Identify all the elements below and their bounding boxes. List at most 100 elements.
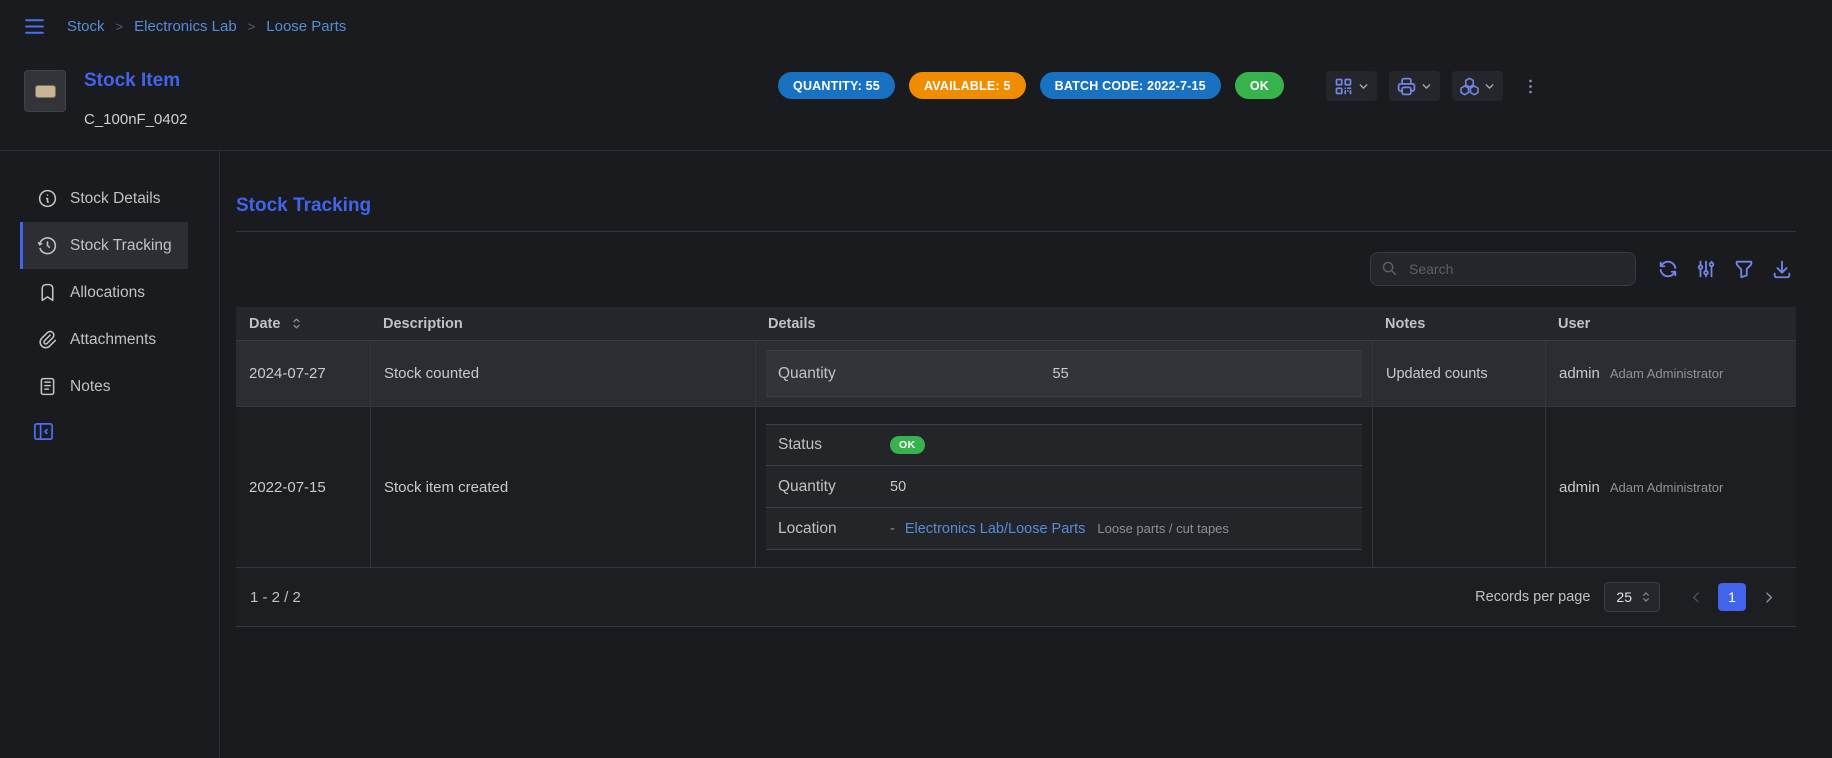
bookmark-icon: [37, 282, 58, 303]
date-cell: 2024-07-27: [236, 341, 370, 406]
column-header-date[interactable]: Date: [236, 307, 370, 340]
page-header: Stock Item C_100nF_0402 QUANTITY: 55 AVA…: [0, 52, 1832, 150]
column-label: Description: [383, 316, 463, 332]
detail-row-quantity: Quantity 50: [766, 466, 1362, 508]
barcode-actions-button[interactable]: [1326, 71, 1377, 101]
column-header-details: Details: [755, 307, 1372, 340]
print-actions-button[interactable]: [1389, 71, 1440, 101]
available-badge: AVAILABLE: 5: [909, 72, 1026, 99]
topbar: Stock > Electronics Lab > Loose Parts: [0, 0, 1832, 52]
username: admin: [1559, 365, 1600, 382]
panel-divider: [236, 231, 1796, 232]
printer-icon: [1396, 76, 1417, 97]
table-footer: 1 - 2 / 2 Records per page 25 1: [236, 567, 1796, 627]
menu-toggle-button[interactable]: [22, 14, 47, 39]
table-row[interactable]: 2022-07-15 Stock item created Status OK …: [236, 406, 1796, 567]
location-prefix: -: [890, 521, 895, 537]
pagination-controls: Records per page 25 1: [1475, 582, 1782, 612]
filter-button[interactable]: [1730, 255, 1758, 283]
records-per-page-select[interactable]: 25: [1604, 582, 1660, 612]
details-sub-table: Quantity 55: [766, 350, 1362, 397]
location-detail: Loose parts / cut tapes: [1097, 521, 1229, 536]
description-cell: Stock counted: [370, 341, 755, 406]
sort-selector-icon: [289, 316, 304, 331]
stock-tracking-table: Date Description Details Notes User 2024…: [236, 307, 1796, 627]
sidebar-collapse-icon: [32, 420, 55, 443]
sidebar-item-stock-tracking[interactable]: Stock Tracking: [20, 222, 188, 269]
dots-vertical-icon: [1521, 77, 1540, 96]
details-cell: Quantity 55: [755, 341, 1372, 406]
location-link[interactable]: Electronics Lab/Loose Parts: [905, 521, 1086, 537]
qrcode-icon: [1333, 76, 1354, 97]
column-header-notes: Notes: [1372, 307, 1545, 340]
detail-label: Status: [778, 436, 890, 454]
breadcrumb-separator: >: [116, 19, 124, 34]
paperclip-icon: [37, 329, 58, 350]
sidebar-item-label: Notes: [70, 378, 111, 396]
part-image: [35, 85, 56, 98]
table-settings-button[interactable]: [1692, 255, 1720, 283]
stock-item-thumbnail[interactable]: [24, 70, 66, 112]
date-cell: 2022-07-15: [236, 407, 370, 567]
sidebar-item-label: Attachments: [70, 331, 156, 349]
quantity-badge: QUANTITY: 55: [778, 72, 895, 99]
refresh-button[interactable]: [1654, 255, 1682, 283]
info-circle-icon: [37, 188, 58, 209]
sidebar: Stock Details Stock Tracking Allocations…: [0, 151, 220, 758]
table-toolbar: [236, 251, 1796, 287]
column-label: Date: [249, 316, 280, 332]
chevron-left-icon: [1688, 589, 1705, 606]
chevron-down-icon: [1357, 80, 1370, 93]
header-actions: [1326, 70, 1544, 101]
column-header-description: Description: [370, 307, 755, 340]
more-actions-button[interactable]: [1517, 73, 1544, 100]
detail-label: Location: [778, 520, 890, 538]
user-cell: admin Adam Administrator: [1545, 407, 1796, 567]
notes-cell: [1372, 407, 1545, 567]
page-1-button[interactable]: 1: [1718, 583, 1746, 611]
chevron-down-icon: [1483, 80, 1496, 93]
chevron-right-icon: [1760, 589, 1777, 606]
breadcrumb: Stock > Electronics Lab > Loose Parts: [67, 18, 346, 35]
detail-value: 50: [890, 479, 906, 495]
user-fullname: Adam Administrator: [1610, 366, 1723, 381]
notes-icon: [37, 376, 58, 397]
sidebar-collapse-button[interactable]: [32, 420, 55, 443]
detail-value: 55: [1053, 366, 1069, 382]
breadcrumb-separator: >: [248, 19, 256, 34]
next-page-button[interactable]: [1754, 583, 1782, 611]
user-cell: admin Adam Administrator: [1545, 341, 1796, 406]
table-row[interactable]: 2024-07-27 Stock counted Quantity 55 Upd…: [236, 340, 1796, 406]
record-range: 1 - 2 / 2: [250, 589, 301, 606]
detail-row-location: Location - Electronics Lab/Loose Parts L…: [766, 508, 1362, 550]
previous-page-button[interactable]: [1682, 583, 1710, 611]
part-name: C_100nF_0402: [84, 111, 187, 128]
breadcrumb-stock[interactable]: Stock: [67, 18, 105, 35]
batch-code-badge: BATCH CODE: 2022-7-15: [1040, 72, 1221, 99]
username: admin: [1559, 479, 1600, 496]
menu-icon: [22, 14, 47, 39]
sidebar-item-label: Stock Details: [70, 190, 160, 208]
detail-row-quantity: Quantity 55: [766, 350, 1362, 397]
records-per-page-label: Records per page: [1475, 589, 1590, 605]
breadcrumb-loose-parts[interactable]: Loose Parts: [266, 18, 346, 35]
sidebar-item-attachments[interactable]: Attachments: [20, 316, 188, 363]
column-label: User: [1558, 316, 1590, 332]
page-title: Stock Item: [84, 70, 187, 92]
search-input[interactable]: [1370, 252, 1636, 286]
sidebar-item-stock-details[interactable]: Stock Details: [20, 175, 188, 222]
breadcrumb-electronics-lab[interactable]: Electronics Lab: [134, 18, 237, 35]
stock-operations-icon: [1459, 76, 1480, 97]
table-header-row: Date Description Details Notes User: [236, 307, 1796, 340]
sidebar-item-label: Stock Tracking: [70, 237, 172, 255]
user-fullname: Adam Administrator: [1610, 480, 1723, 495]
detail-row-status: Status OK: [766, 424, 1362, 466]
filter-icon: [1733, 258, 1755, 280]
column-label: Notes: [1385, 316, 1425, 332]
refresh-icon: [1657, 258, 1679, 280]
download-button[interactable]: [1768, 255, 1796, 283]
sidebar-item-notes[interactable]: Notes: [20, 363, 188, 410]
records-per-page-value: 25: [1616, 589, 1632, 605]
sidebar-item-allocations[interactable]: Allocations: [20, 269, 188, 316]
stock-operations-button[interactable]: [1452, 71, 1503, 101]
